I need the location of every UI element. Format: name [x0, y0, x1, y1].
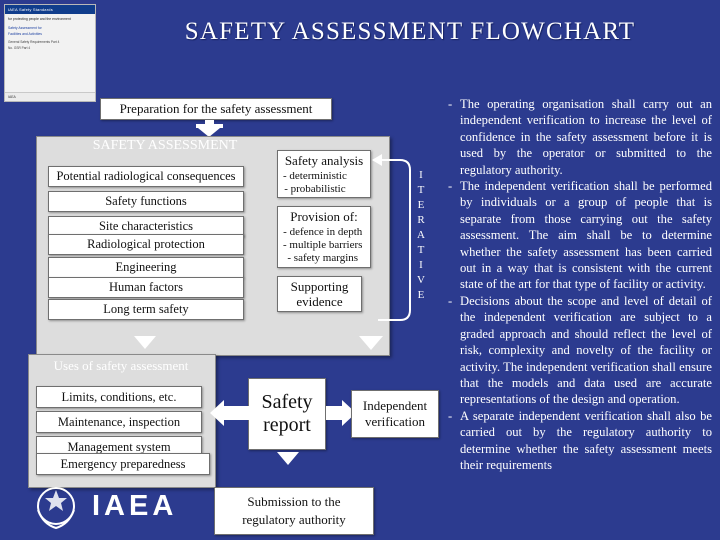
right-text-item-2: - The independent verification shall be …: [448, 178, 712, 293]
arrow-to-safety-report: [359, 336, 383, 350]
box-radiological-protection: Radiological protection: [48, 234, 244, 255]
box-limits-conditions: Limits, conditions, etc.: [36, 386, 202, 408]
right-text-item-4: - A separate independent verification sh…: [448, 408, 712, 474]
box-potential-radiological-consequences: Potential radiological consequences: [48, 166, 244, 187]
dash-3: -: [448, 293, 453, 308]
iterative-loop-arrow: [372, 154, 411, 321]
iaea-wordmark: IAEA: [92, 489, 178, 522]
box-safety-functions: Safety functions: [48, 191, 244, 212]
dash-2: -: [448, 179, 453, 194]
logo-line1: for protecting people and the environmen…: [8, 17, 71, 22]
dash-4: -: [448, 408, 453, 423]
logo-line3: Facilities and Activities: [8, 31, 42, 36]
box-long-term-safety: Long term safety: [48, 299, 244, 320]
logo-sub: General Safety Requirements Part 4: [8, 39, 60, 44]
box-human-factors: Human factors: [48, 277, 244, 298]
box-safety-analysis: Safety analysis - deterministic - probab…: [277, 150, 371, 198]
provision-title: Provision of:: [290, 209, 358, 224]
box-emergency-preparedness: Emergency preparedness: [36, 453, 210, 475]
iaea-standards-logo: IAEA Safety Standards for protecting peo…: [4, 4, 96, 102]
safety-analysis-items: - deterministic - probabilistic: [283, 169, 347, 195]
slide-root: IAEA Safety Standards for protecting peo…: [0, 0, 720, 540]
right-text-2: The independent verification shall be pe…: [460, 179, 712, 292]
arrow-report-to-uses: [210, 400, 250, 426]
box-preparation: Preparation for the safety assessment: [100, 98, 332, 120]
right-text-1: The operating organisation shall carry o…: [460, 97, 712, 177]
safety-analysis-title: Safety analysis: [284, 152, 364, 168]
logo-header: IAEA Safety Standards: [5, 5, 95, 15]
heading-safety-assessment: SAFETY ASSESSMENT: [92, 138, 238, 153]
box-safety-report: Safety report: [248, 378, 326, 450]
arrow-to-uses: [134, 336, 156, 349]
right-text-item-1: - The operating organisation shall carry…: [448, 96, 712, 178]
logo-code: No. GSR Part 4: [8, 45, 31, 50]
box-submission-regulatory: Submission to the regulatory authority: [214, 487, 374, 535]
right-text-item-3: - Decisions about the scope and level of…: [448, 293, 712, 408]
right-text-3: Decisions about the scope and level of d…: [460, 293, 712, 407]
iaea-footer-logo: IAEA: [30, 480, 220, 532]
dash-1: -: [448, 97, 453, 111]
box-engineering: Engineering: [48, 257, 244, 278]
heading-uses-of-safety-assessment: Uses of safety assessment: [53, 358, 189, 373]
box-independent-verification: Independent verification: [351, 390, 439, 438]
arrow-to-submission: [277, 452, 299, 465]
box-supporting-evidence: Supporting evidence: [277, 276, 362, 312]
right-text-column: - The operating organisation shall carry…: [448, 96, 712, 473]
box-maintenance-inspection: Maintenance, inspection: [36, 411, 202, 433]
provision-items: - defence in depth - multiple barriers -…: [283, 226, 363, 264]
logo-foot: IAEA: [5, 92, 95, 101]
box-provision-of: Provision of: - defence in depth - multi…: [277, 206, 371, 268]
laurel-icon: [37, 487, 75, 530]
page-title: SAFETY ASSESSMENT FLOWCHART: [184, 18, 636, 45]
right-text-4: A separate independent verification shal…: [460, 408, 712, 472]
